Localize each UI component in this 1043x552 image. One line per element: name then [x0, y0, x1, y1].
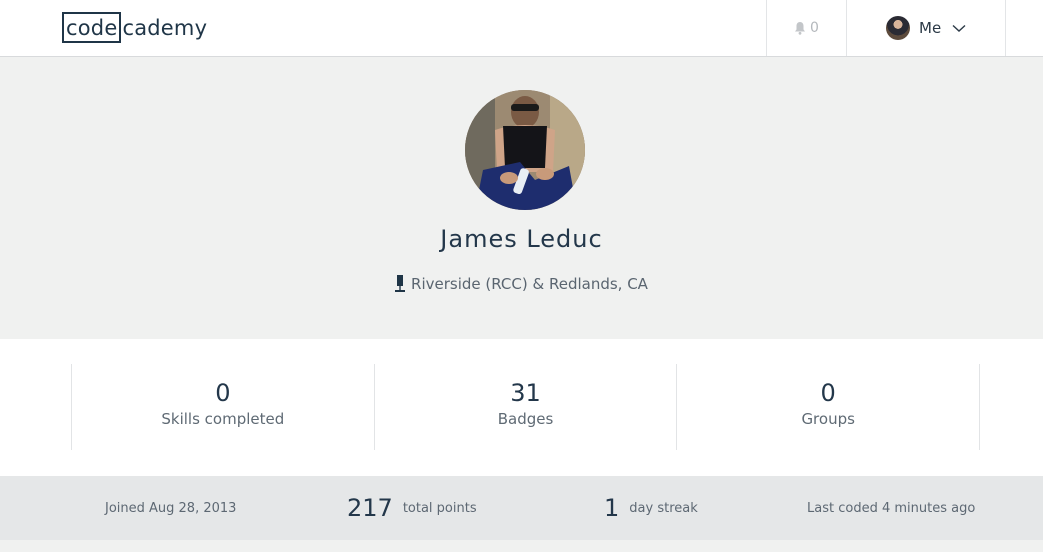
stat-label: Groups — [801, 410, 855, 428]
page-bottom-edge — [0, 540, 1043, 552]
notifications-button[interactable]: 0 — [766, 0, 847, 56]
stat-label: Skills completed — [161, 410, 285, 428]
map-pin-icon — [395, 275, 406, 292]
points-value: 217 — [347, 494, 393, 522]
profile-name: James Leduc — [440, 225, 603, 253]
activity-strip: Joined Aug 28, 2013 217 total points 1 d… — [0, 476, 1043, 540]
stat-label: Badges — [497, 410, 554, 428]
top-navigation: code cademy 0 Me — [0, 0, 1043, 57]
location-text: Riverside (RCC) & Redlands, CA — [411, 275, 648, 293]
joined-date: Joined Aug 28, 2013 — [105, 476, 236, 540]
notifications-count: 0 — [810, 20, 819, 36]
stat-groups[interactable]: 0 Groups — [676, 364, 981, 450]
streak-label: day streak — [629, 500, 698, 516]
stat-value: 0 — [820, 379, 836, 407]
profile-stats: 0 Skills completed 31 Badges 0 Groups — [71, 364, 981, 450]
joined-text: Joined Aug 28, 2013 — [105, 500, 237, 516]
profile-location: Riverside (RCC) & Redlands, CA — [0, 275, 1043, 293]
day-streak: 1 day streak — [604, 476, 698, 540]
stat-value: 31 — [510, 379, 541, 407]
stat-value: 0 — [215, 379, 231, 407]
avatar — [886, 16, 910, 40]
user-menu[interactable]: Me — [847, 0, 1006, 56]
points-label: total points — [402, 500, 477, 516]
stat-skills[interactable]: 0 Skills completed — [71, 364, 374, 450]
bell-icon — [795, 22, 806, 35]
chevron-down-icon — [952, 24, 966, 32]
total-points: 217 total points — [347, 476, 477, 540]
last-coded-text: Last coded 4 minutes ago — [807, 500, 976, 516]
user-menu-label: Me — [919, 19, 942, 37]
stat-badges[interactable]: 31 Badges — [373, 364, 677, 450]
profile-avatar — [465, 90, 585, 210]
logo-boxed-text: code — [62, 12, 122, 43]
codecademy-logo[interactable]: code cademy — [62, 12, 207, 43]
streak-value: 1 — [604, 494, 620, 522]
profile-banner: James Leduc Riverside (RCC) & Redlands, … — [0, 57, 1043, 339]
last-coded: Last coded 4 minutes ago — [807, 476, 975, 540]
logo-rest-text: cademy — [122, 15, 208, 40]
